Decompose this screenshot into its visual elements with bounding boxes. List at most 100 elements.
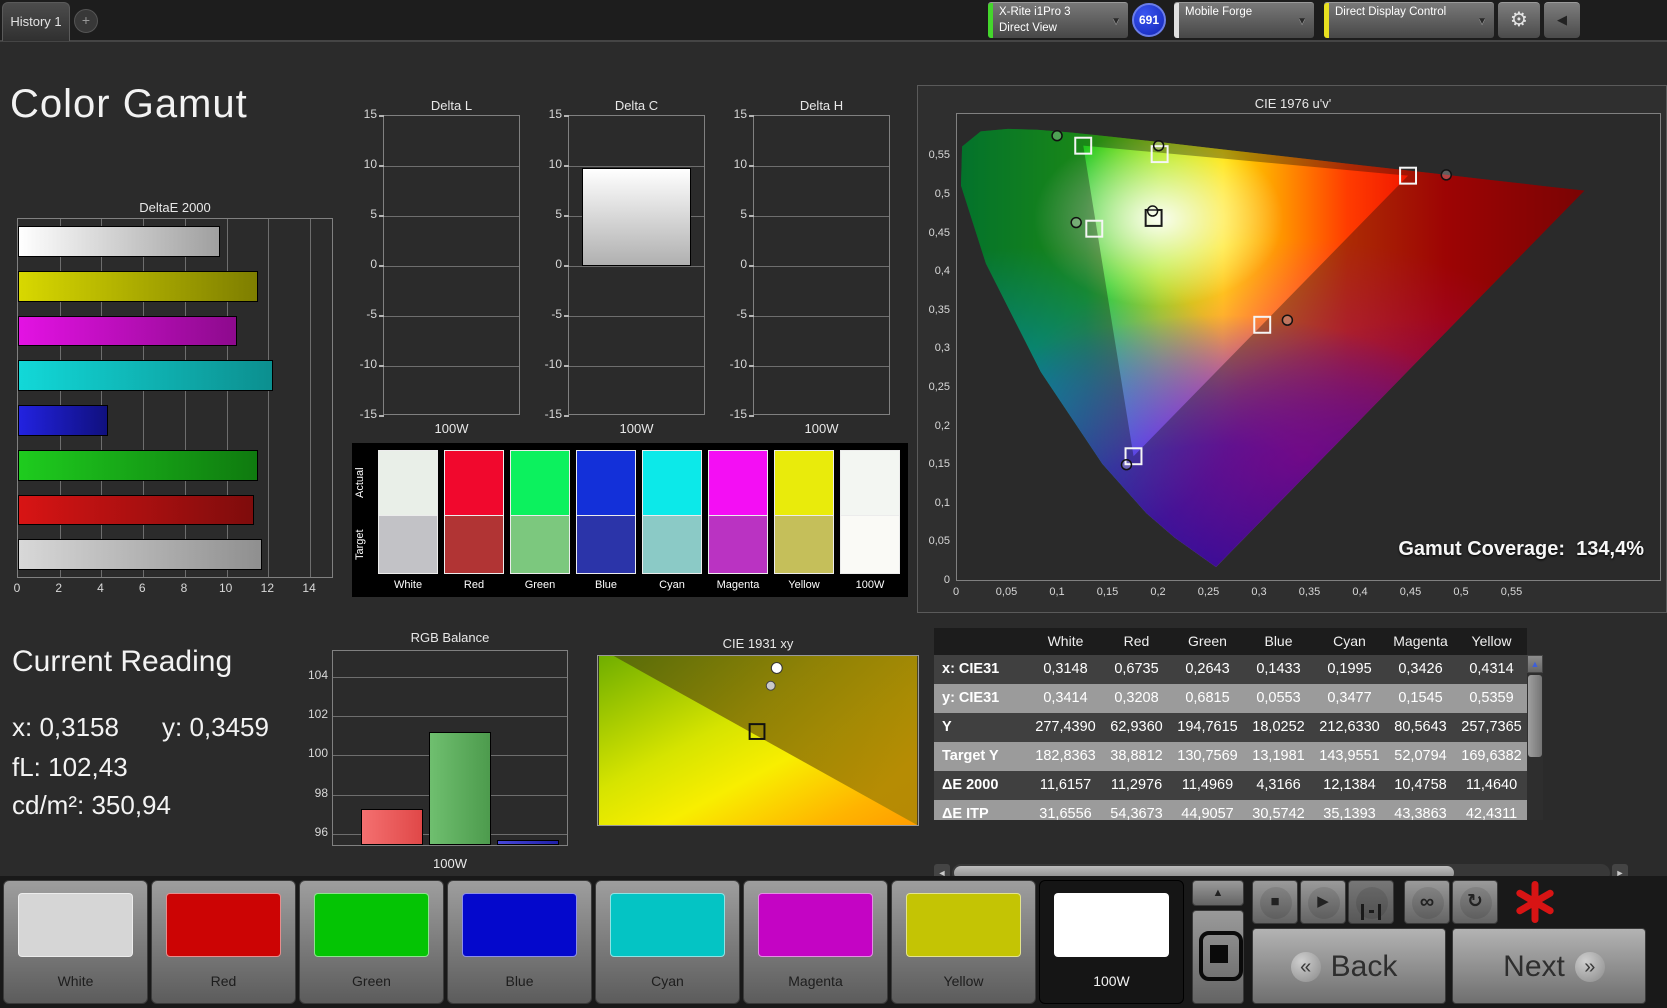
y-tick-label: -15 — [359, 407, 377, 421]
display-control-name: Direct Display Control — [1335, 6, 1447, 18]
cie76-y-tick: 0,25 — [928, 381, 950, 393]
collapse-panel-button[interactable]: ◀ — [1544, 2, 1580, 38]
patch-button-green[interactable]: Green — [299, 880, 444, 1004]
table-vertical-scrollbar[interactable]: ▲ — [1527, 655, 1543, 820]
table-cell: 0,1433 — [1256, 661, 1301, 677]
vertical-scroll-thumb[interactable] — [1528, 675, 1542, 757]
scroll-up-icon[interactable]: ▲ — [1527, 655, 1543, 673]
rgb-balance-chart — [332, 650, 568, 846]
swatch-label: Blue — [594, 579, 618, 591]
back-button[interactable]: « Back — [1252, 928, 1446, 1004]
settings-button[interactable]: ⚙ — [1498, 2, 1540, 38]
cie76-y-tick: 0,05 — [928, 535, 950, 548]
top-bar: History 1 + X-Rite i1Pro 3 Direct View ▼… — [0, 0, 1667, 42]
delta-bar — [582, 168, 691, 266]
table-row-y: Y 277,4390 62,9360 194,7615 18,0252 212,6330 8… — [934, 713, 1527, 742]
patch-button-yellow[interactable]: Yellow — [891, 880, 1036, 1004]
patch-label: White — [57, 973, 94, 989]
y-tick-label: 0 — [370, 257, 377, 271]
target-swatch — [642, 516, 702, 574]
play-button[interactable]: ▶ — [1300, 880, 1346, 924]
source-dropdown[interactable]: Mobile Forge ▼ — [1174, 2, 1314, 38]
patch-button-red[interactable]: Red — [151, 880, 296, 1004]
pattern-window-button[interactable] — [1348, 880, 1394, 924]
swatch-label: Cyan — [659, 579, 685, 591]
cie76-x-tick: 0,3 — [1251, 586, 1267, 598]
table-cell: 0,6735 — [1114, 661, 1159, 677]
current-reading-x: x: 0,3158 — [12, 712, 119, 742]
x-tick-label: 14 — [302, 581, 316, 595]
calman-window: History 1 + X-Rite i1Pro 3 Direct View ▼… — [0, 0, 1667, 1008]
target-swatch — [708, 516, 768, 574]
pattern-window-icon — [1361, 904, 1381, 920]
y-tick-label: 15 — [548, 107, 562, 121]
deltae-bar-blue — [18, 405, 108, 436]
table-row-x-cie31: x: CIE31 0,3148 0,6735 0,2643 0,1433 0,1995 0,… — [934, 655, 1527, 684]
tick-mark — [749, 365, 754, 367]
meter-status-stripe — [988, 3, 993, 38]
table-cell: 0,1995 — [1327, 661, 1372, 677]
back-label: Back — [1330, 950, 1398, 984]
header-cell-empty — [934, 628, 1030, 655]
meter-mode: Direct View — [999, 22, 1057, 34]
table-cell: 80,5643 — [1394, 719, 1447, 735]
rgb-bar-green — [429, 731, 491, 845]
tab-history-1[interactable]: History 1 — [2, 2, 70, 41]
patch-button-100w[interactable]: 100W — [1039, 880, 1184, 1004]
measured-point-white — [1146, 205, 1159, 217]
rgb-y-tick: 100 — [307, 746, 328, 761]
tick-mark — [379, 115, 384, 117]
rgb-balance-title: RGB Balance — [410, 630, 490, 645]
y-tick-label: 0 — [740, 257, 747, 271]
patch-button-white[interactable]: White — [3, 880, 148, 1004]
table-cell: 143,9551 — [1319, 748, 1380, 764]
refresh-button[interactable]: ↻ — [1452, 880, 1498, 924]
add-tab-button[interactable]: + — [74, 9, 98, 33]
pattern-up-button[interactable]: ▲ — [1192, 880, 1244, 906]
y-tick-label: -5 — [366, 307, 377, 321]
cie76-y-tick: 0,3 — [934, 342, 950, 355]
tick-mark — [564, 215, 569, 217]
chevron-down-icon: ▼ — [1477, 16, 1487, 27]
patch-swatch — [1054, 893, 1169, 957]
meter-dropdown[interactable]: X-Rite i1Pro 3 Direct View ▼ — [988, 2, 1128, 38]
chevron-down-icon: ▼ — [1111, 16, 1121, 27]
cie-1976-diagram — [960, 128, 1585, 567]
y-tick-label: -10 — [359, 357, 377, 371]
table-cell: 212,6330 — [1319, 719, 1380, 735]
x-tick-label: 6 — [138, 581, 146, 595]
header-cell-green: Green — [1188, 633, 1227, 649]
continuous-read-button[interactable]: ∞ — [1404, 880, 1450, 924]
next-button[interactable]: Next » — [1452, 928, 1646, 1004]
table-cell: 0,2643 — [1185, 661, 1230, 677]
measured-point-yellow — [1152, 139, 1165, 152]
swatch-column-white: White — [378, 450, 438, 591]
patch-swatch — [906, 893, 1021, 957]
swatch-column-red: Red — [444, 450, 504, 591]
table-cell: 0,3148 — [1043, 661, 1088, 677]
patch-button-magenta[interactable]: Magenta — [743, 880, 888, 1004]
patch-button-cyan[interactable]: Cyan — [595, 880, 740, 1004]
measured-point-magenta — [1281, 314, 1294, 326]
cie76-y-tick: 0,35 — [928, 303, 950, 316]
gridline — [569, 316, 704, 317]
y-tick-label: 15 — [733, 107, 747, 121]
patch-size-button[interactable] — [1192, 910, 1244, 1004]
x-tick-label: 12 — [260, 581, 275, 595]
x-tick-label: 4 — [97, 581, 104, 595]
swatch-label: White — [393, 579, 423, 591]
stop-button[interactable]: ■ — [1252, 880, 1298, 924]
actual-swatch — [774, 450, 834, 516]
swatch-column-magenta: Magenta — [708, 450, 768, 591]
chart-title: Delta C — [614, 98, 659, 113]
patch-swatch — [166, 893, 281, 957]
display-control-dropdown[interactable]: Direct Display Control ▼ — [1324, 2, 1494, 38]
patch-label: Yellow — [943, 973, 984, 989]
header-cell-red: Red — [1123, 633, 1150, 649]
gridline — [384, 266, 519, 267]
patch-button-blue[interactable]: Blue — [447, 880, 592, 1004]
table-cell: 257,7365 — [1461, 719, 1522, 735]
rgb-y-tick: 102 — [307, 706, 328, 721]
cie-1931-panel — [597, 655, 919, 826]
chevron-left-icon: ◀ — [1557, 12, 1567, 27]
